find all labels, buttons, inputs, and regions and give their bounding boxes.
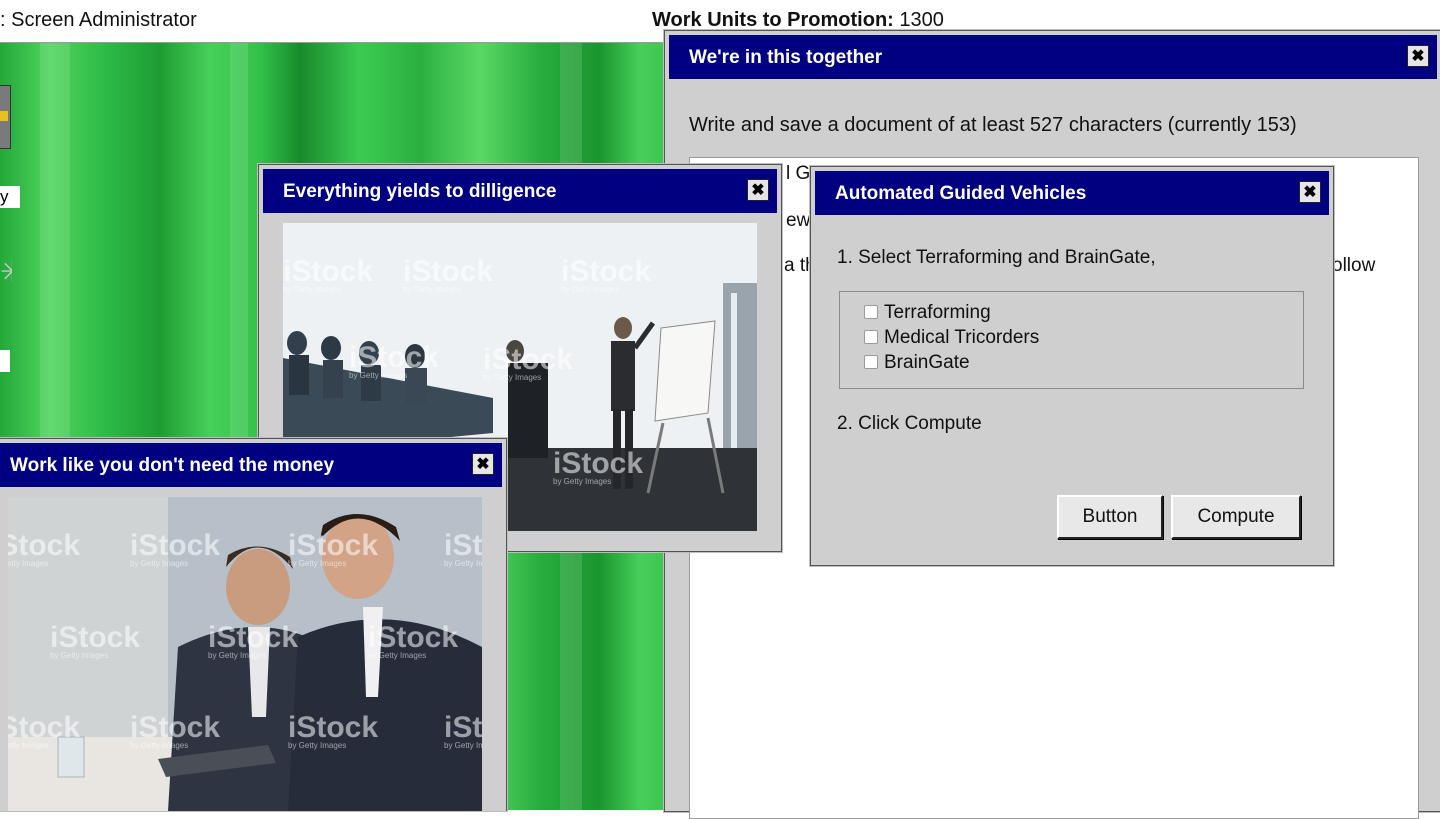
close-icon[interactable]: ✖: [472, 453, 494, 475]
watermark-text: iStockby Getty Images: [444, 529, 482, 568]
watermark-text: iStockby Getty Images: [288, 711, 379, 750]
option-medical-tricorders[interactable]: Medical Tricorders: [864, 327, 1039, 349]
option-label: BrainGate: [884, 352, 970, 373]
work-units-status: Work Units to Promotion: 1300: [652, 9, 944, 32]
window-titlebar[interactable]: Everything yields to dilligence ✖: [263, 169, 777, 213]
app-title: : Screen Administrator: [0, 9, 197, 31]
checkbox[interactable]: [864, 330, 878, 344]
option-terraforming[interactable]: Terraforming: [864, 302, 991, 324]
generic-button[interactable]: Button: [1057, 495, 1163, 539]
business-meeting-photo: iStockby Getty Images iStockby Getty Ima…: [8, 497, 482, 811]
close-icon[interactable]: ✖: [1299, 181, 1321, 203]
checkbox[interactable]: [864, 305, 878, 319]
watermark-text: iStockby Getty Images: [561, 255, 652, 294]
watermark-text: iStockby Getty Images: [283, 255, 374, 294]
window-money: Work like you don't need the money ✖ iSt…: [0, 438, 507, 811]
watermark-text: iStockby Getty Images: [553, 447, 644, 486]
window-title: Everything yields to dilligence: [283, 181, 557, 202]
option-label: Medical Tricorders: [884, 327, 1040, 348]
desktop-icon-label-blank[interactable]: [0, 350, 10, 372]
window-titlebar[interactable]: Automated Guided Vehicles ✖: [815, 171, 1329, 215]
close-icon[interactable]: ✖: [747, 179, 769, 201]
document-text-fragment: l G: [786, 163, 811, 184]
watermark-text: iStockby Getty Images: [349, 341, 440, 380]
option-label: Terraforming: [884, 302, 991, 323]
watermark-text: iStockby Getty Images: [444, 711, 482, 750]
watermark-text: iStockby Getty Images: [288, 529, 379, 568]
instruction-step-2: 2. Click Compute: [837, 413, 982, 434]
desktop-app-icon[interactable]: [0, 85, 11, 149]
task-description: Write and save a document of at least 52…: [689, 114, 1297, 136]
document-text-fragment: ollow: [1332, 255, 1376, 276]
watermark-text: iStockby Getty Images: [483, 343, 574, 382]
window-title: Automated Guided Vehicles: [835, 183, 1087, 204]
work-units-value: 1300: [899, 9, 944, 31]
window-titlebar[interactable]: Work like you don't need the money ✖: [0, 443, 502, 487]
desktop-gear-icon[interactable]: ✳: [0, 248, 12, 298]
window-automated-guided-vehicles: Automated Guided Vehicles ✖ 1. Select Te…: [810, 166, 1334, 566]
document-text-fragment: ew: [786, 210, 811, 231]
instruction-step-1: 1. Select Terraforming and BrainGate,: [837, 247, 1156, 268]
watermark-text: iStockby Getty Images: [368, 621, 459, 660]
watermark-text: iStockby Getty Images: [208, 621, 299, 660]
watermark-text: iStockby Getty Images: [403, 255, 494, 294]
watermark-text: iStockby Getty Images: [8, 711, 81, 750]
watermark-text: iStockby Getty Images: [8, 529, 81, 568]
window-title: We're in this together: [689, 47, 883, 68]
window-title: Work like you don't need the money: [10, 455, 335, 476]
close-icon[interactable]: ✖: [1407, 45, 1429, 67]
compute-button[interactable]: Compute: [1171, 495, 1301, 539]
watermark-text: iStockby Getty Images: [130, 711, 221, 750]
desktop-icon-label[interactable]: y: [0, 186, 20, 208]
checkbox[interactable]: [864, 355, 878, 369]
watermark-text: iStockby Getty Images: [50, 621, 141, 660]
watermark-text: iStockby Getty Images: [130, 529, 221, 568]
option-braingate[interactable]: BrainGate: [864, 352, 970, 374]
work-units-label: Work Units to Promotion:: [652, 9, 894, 31]
options-group: Terraforming Medical Tricorders BrainGat…: [839, 291, 1304, 389]
window-titlebar[interactable]: We're in this together ✖: [669, 35, 1437, 79]
